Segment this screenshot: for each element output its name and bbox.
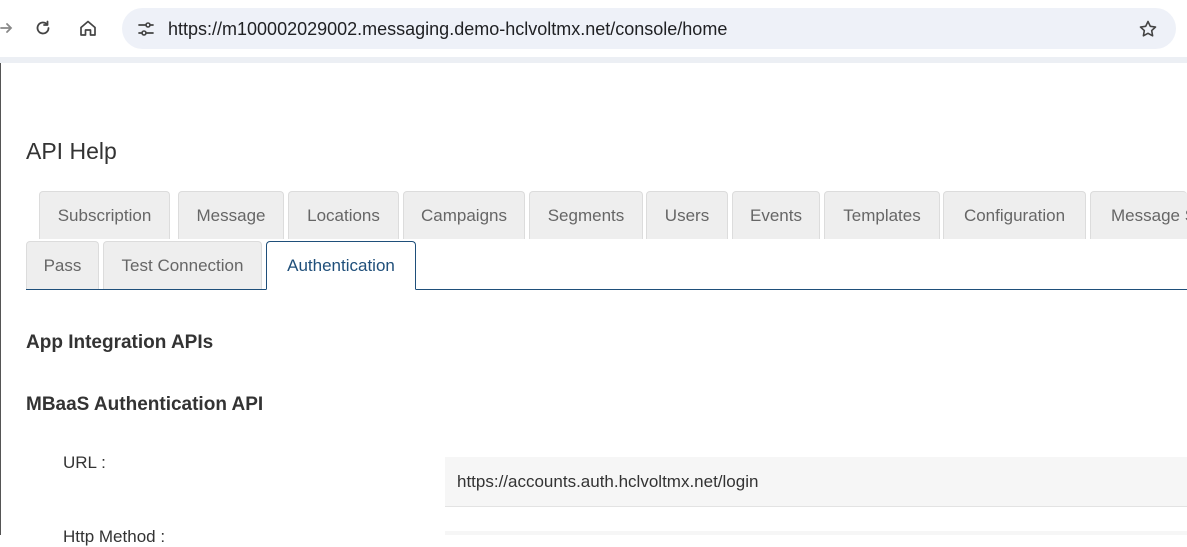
url-value: https://accounts.auth.hclvoltmx.net/logi… (445, 457, 1187, 507)
browser-toolbar: https://m100002029002.messaging.demo-hcl… (0, 0, 1187, 57)
tab-test-connection[interactable]: Test Connection (103, 241, 262, 289)
site-info-icon[interactable] (132, 15, 160, 43)
tab-configuration[interactable]: Configuration (943, 191, 1086, 239)
tab-message[interactable]: Message (178, 191, 284, 239)
page-left-border (0, 63, 1, 535)
tab-locations[interactable]: Locations (288, 191, 399, 239)
tab-segments[interactable]: Segments (529, 191, 643, 239)
api-heading: MBaaS Authentication API (26, 394, 264, 415)
tab-events[interactable]: Events (732, 191, 820, 239)
tab-templates[interactable]: Templates (824, 191, 940, 239)
reload-icon[interactable] (29, 14, 57, 42)
tab-message-s[interactable]: Message S (1090, 191, 1187, 239)
toolbar-divider (0, 57, 1187, 63)
tab-users[interactable]: Users (646, 191, 728, 239)
http-method-label: Http Method : (63, 527, 166, 546)
tab-subscription[interactable]: Subscription (39, 191, 170, 239)
address-bar[interactable]: https://m100002029002.messaging.demo-hcl… (122, 8, 1176, 49)
address-bar-url[interactable]: https://m100002029002.messaging.demo-hcl… (168, 19, 727, 40)
tab-bar-underline (26, 289, 1187, 290)
bookmark-star-icon[interactable] (1134, 15, 1162, 43)
page-title: API Help (26, 138, 117, 164)
tab-campaigns[interactable]: Campaigns (403, 191, 525, 239)
http-method-value-row (445, 531, 1187, 535)
url-label: URL : (63, 453, 106, 472)
forward-icon[interactable] (0, 14, 20, 42)
home-icon[interactable] (74, 14, 102, 42)
tab-pass[interactable]: Pass (26, 241, 99, 289)
tab-authentication[interactable]: Authentication (266, 241, 416, 290)
section-heading-app-integration: App Integration APIs (26, 332, 214, 353)
